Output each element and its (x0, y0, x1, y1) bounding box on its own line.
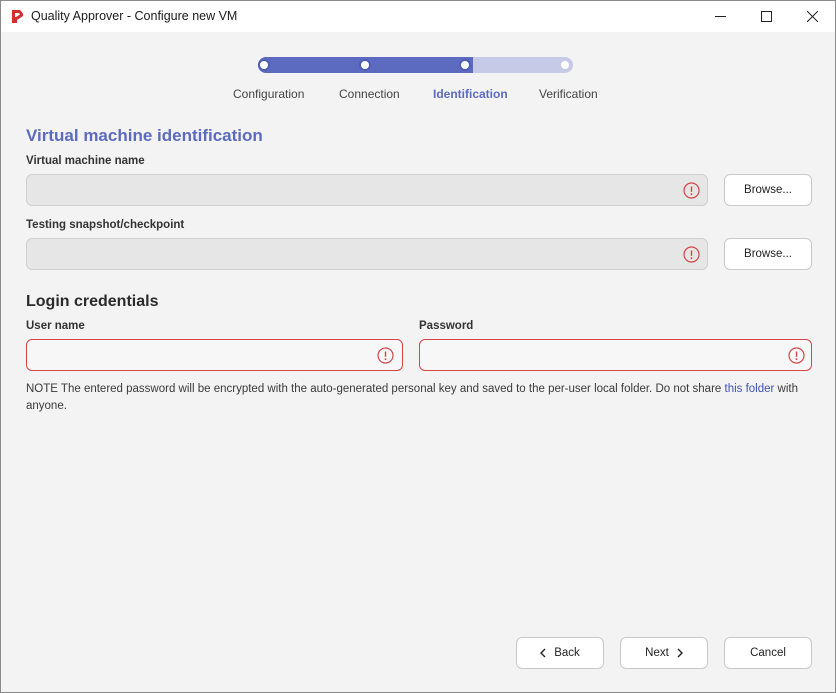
cancel-button[interactable]: Cancel (724, 637, 812, 669)
step-dot-verification (559, 59, 571, 71)
username-input[interactable] (26, 339, 403, 371)
step-label-identification: Identification (433, 87, 508, 101)
error-icon (788, 347, 805, 364)
password-note-text: NOTE The entered password will be encryp… (26, 383, 725, 395)
password-label: Password (419, 320, 474, 332)
snapshot-label: Testing snapshot/checkpoint (26, 219, 185, 231)
password-note: NOTE The entered password will be encryp… (26, 381, 816, 415)
snapshot-browse-button[interactable]: Browse... (724, 238, 812, 270)
close-icon (806, 11, 818, 22)
chevron-right-icon (677, 648, 683, 658)
quality-approver-logo-icon (12, 10, 23, 23)
vm-name-input[interactable] (26, 174, 708, 206)
title-bar: Quality Approver - Configure new VM (1, 1, 835, 32)
vm-identification-heading: Virtual machine identification (26, 126, 263, 145)
window-title: Quality Approver - Configure new VM (31, 9, 238, 23)
step-label-configuration: Configuration (233, 87, 305, 101)
step-dot-configuration (258, 59, 270, 71)
step-label-connection: Connection (339, 87, 400, 101)
password-input[interactable] (419, 339, 812, 371)
configure-vm-window: Quality Approver - Configure new VM Conf… (0, 0, 836, 693)
error-icon (683, 246, 700, 263)
next-button[interactable]: Next (620, 637, 708, 669)
minimize-icon (714, 16, 726, 17)
maximize-icon (760, 11, 772, 22)
error-icon (683, 182, 700, 199)
chevron-left-icon (540, 648, 546, 658)
vm-name-browse-button[interactable]: Browse... (724, 174, 812, 206)
close-button[interactable] (789, 1, 835, 32)
vm-name-label: Virtual machine name (26, 155, 145, 167)
login-credentials-heading: Login credentials (26, 293, 159, 310)
error-icon (377, 347, 394, 364)
step-dot-identification (459, 59, 471, 71)
maximize-button[interactable] (743, 1, 789, 32)
snapshot-input[interactable] (26, 238, 708, 270)
username-label: User name (26, 320, 85, 332)
step-dot-connection (359, 59, 371, 71)
next-button-label: Next (645, 647, 669, 659)
step-label-verification: Verification (539, 87, 598, 101)
back-button[interactable]: Back (516, 637, 604, 669)
back-button-label: Back (554, 647, 580, 659)
this-folder-link[interactable]: this folder (725, 383, 775, 395)
minimize-button[interactable] (697, 1, 743, 32)
